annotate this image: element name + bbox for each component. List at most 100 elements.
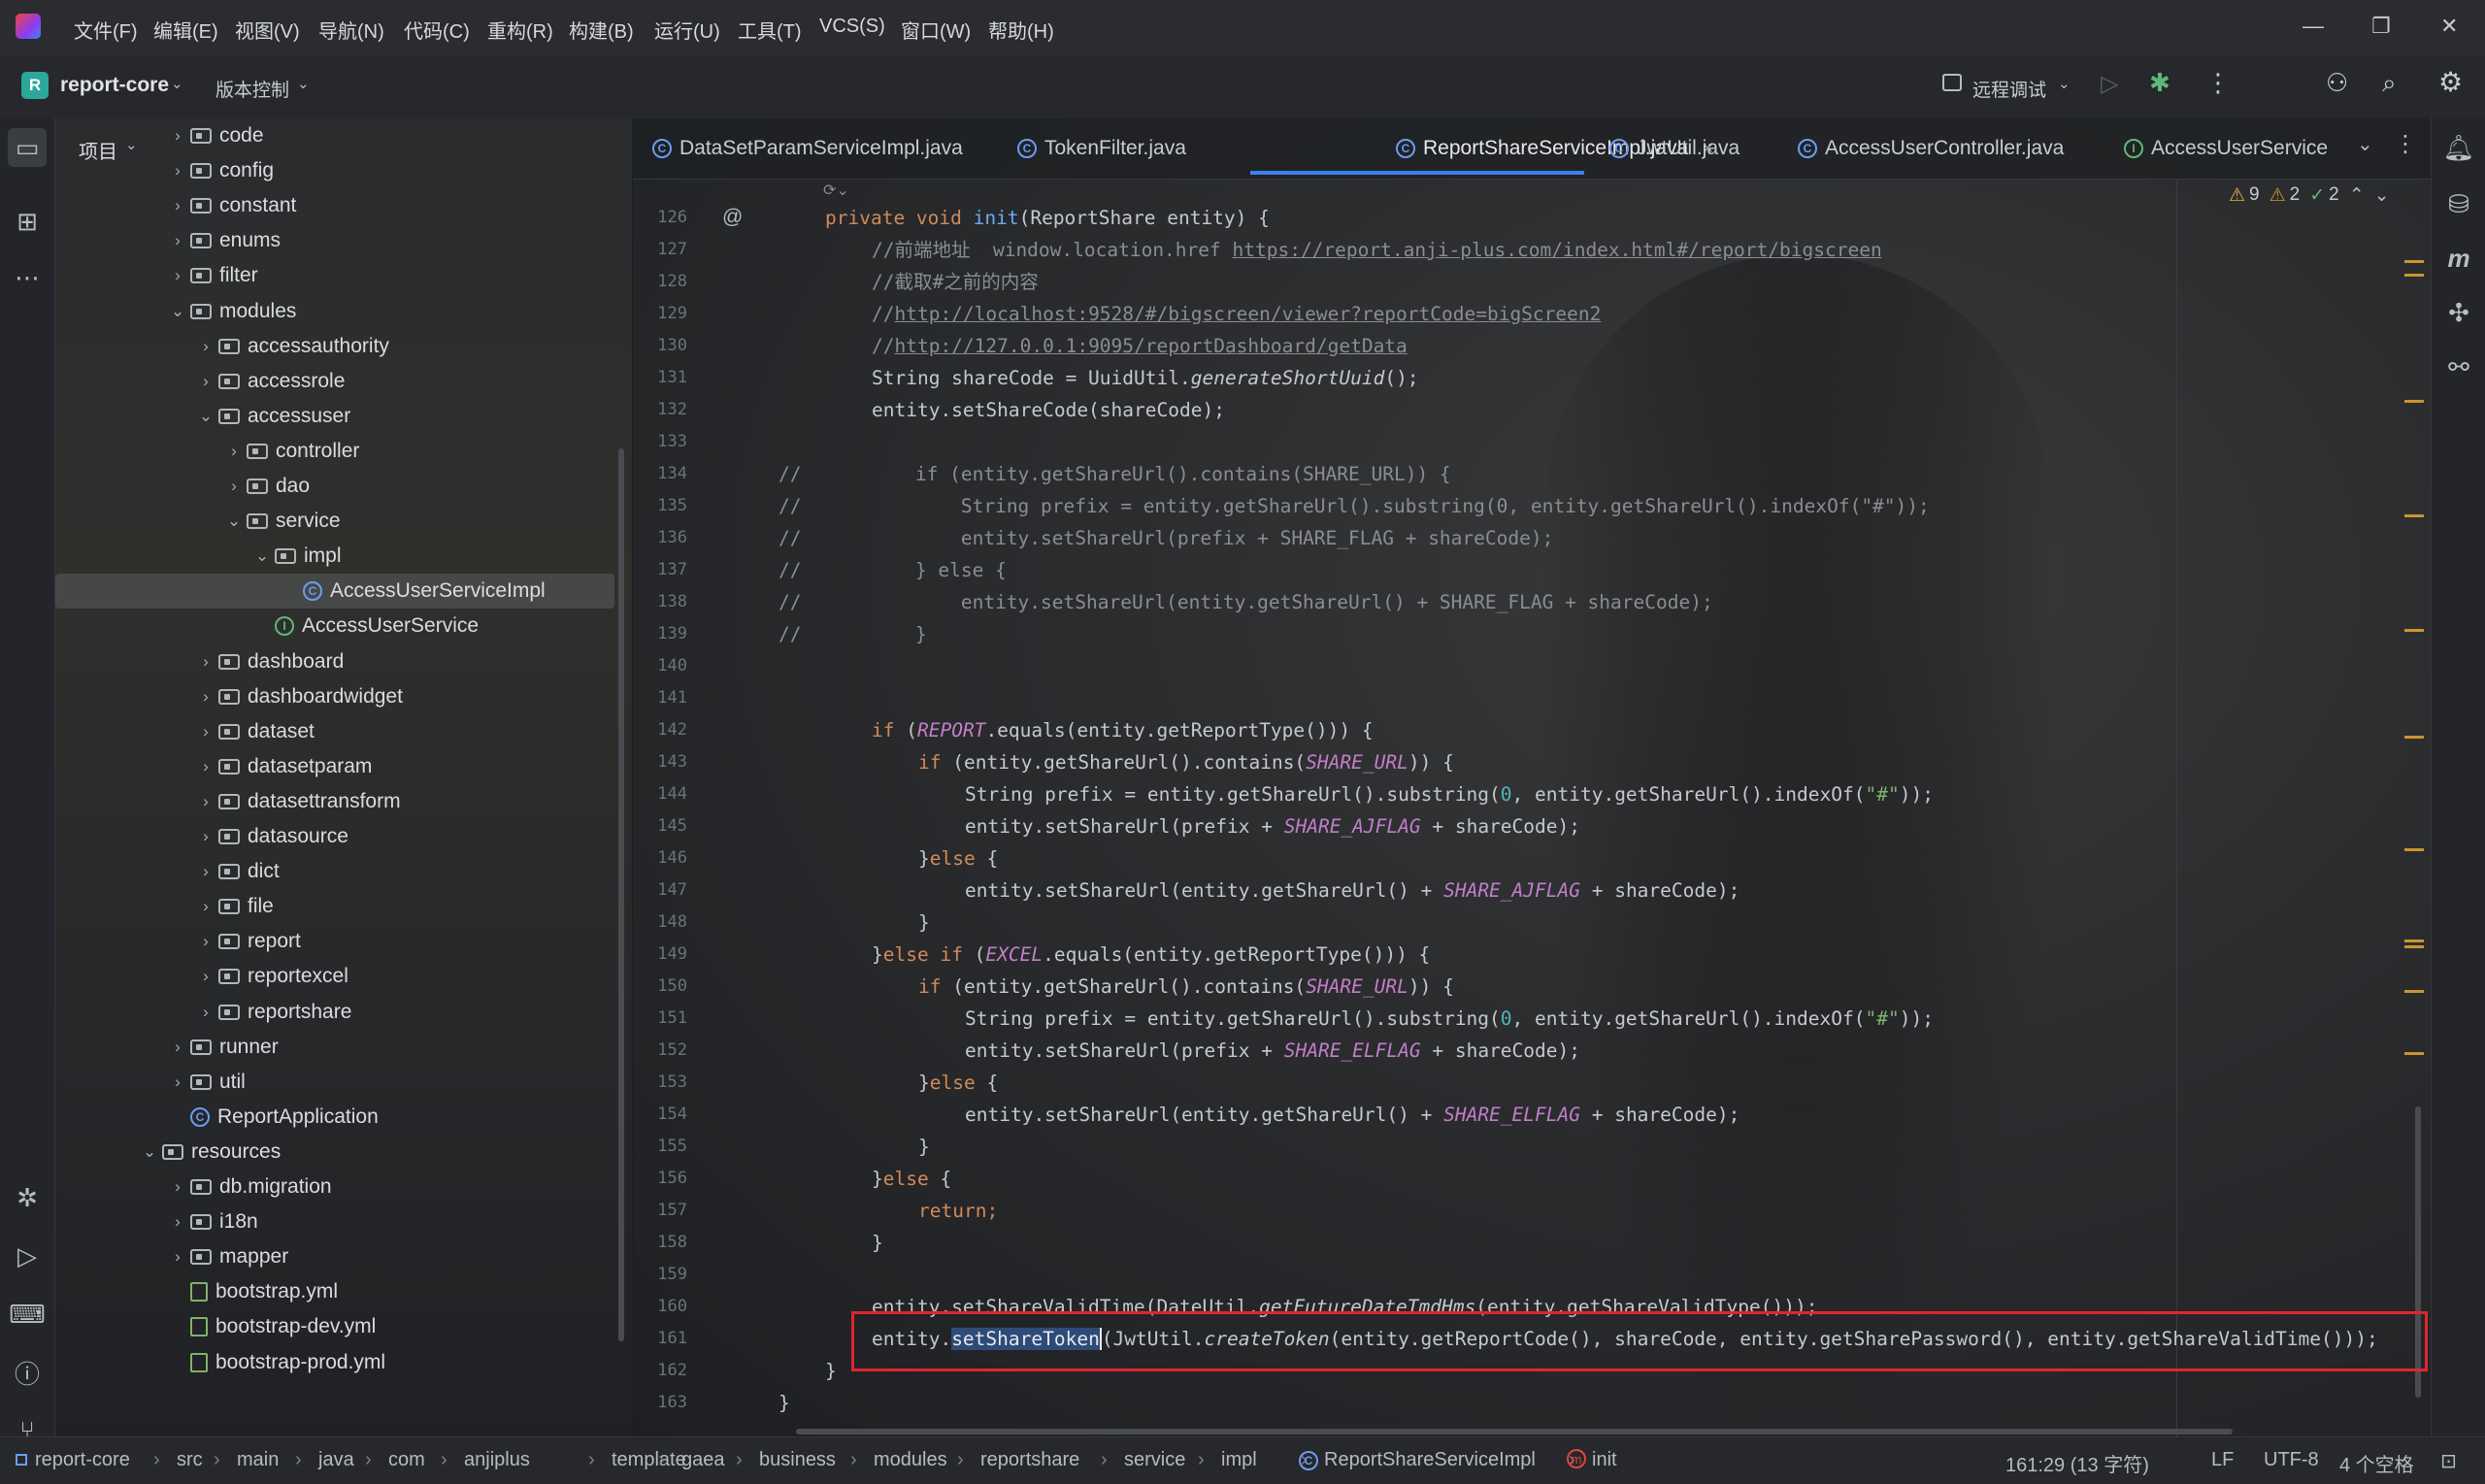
tree-item[interactable]: › code xyxy=(165,118,263,153)
breadcrumb-item[interactable]: com xyxy=(388,1449,425,1471)
tree-item[interactable]: › reportexcel xyxy=(193,959,348,994)
chevron-right-icon[interactable]: › xyxy=(193,967,218,986)
breadcrumb-item[interactable]: src xyxy=(177,1449,203,1471)
account-icon[interactable]: ⚇ xyxy=(2326,68,2348,98)
chevron-right-icon[interactable]: › xyxy=(221,477,247,496)
file-encoding[interactable]: UTF-8 xyxy=(2264,1449,2319,1471)
tree-item[interactable]: ⌄ accessuser xyxy=(193,399,350,434)
menu-item[interactable]: 运行(U) xyxy=(654,16,720,44)
tree-item[interactable]: › dao xyxy=(221,469,310,504)
tree-item[interactable]: › util xyxy=(165,1065,246,1100)
tab-1[interactable]: C TokenFilter.java xyxy=(1017,132,1186,165)
breadcrumb-item[interactable]: impl xyxy=(1221,1449,1257,1471)
menu-item[interactable]: 文件(F) xyxy=(74,16,138,44)
tree-item[interactable]: › db.migration xyxy=(165,1170,331,1204)
close-icon[interactable]: ✕ xyxy=(2440,14,2458,39)
chevron-right-icon[interactable]: › xyxy=(193,337,218,356)
chevron-right-icon[interactable]: › xyxy=(193,827,218,846)
chevron-right-icon[interactable]: › xyxy=(165,266,190,285)
restore-icon[interactable]: ❐ xyxy=(2371,14,2391,39)
tree-item[interactable]: › mapper xyxy=(165,1239,288,1274)
breadcrumb-item[interactable]: ReportShareServiceImpl xyxy=(1324,1449,1536,1471)
chevron-down-icon[interactable]: ⌄ xyxy=(137,1142,162,1162)
menu-item[interactable]: 窗口(W) xyxy=(901,16,971,44)
menu-item[interactable]: 代码(C) xyxy=(404,16,470,44)
chevron-right-icon[interactable]: › xyxy=(165,126,190,146)
comment-link[interactable]: https://report.anji-plus.com/index.html#… xyxy=(1233,239,1882,261)
tree-item[interactable]: ⌄ service xyxy=(221,504,341,539)
tree-item[interactable]: › file xyxy=(193,889,274,924)
tree-item[interactable]: › datasource xyxy=(193,819,348,854)
tree-item[interactable]: › constant xyxy=(165,188,296,223)
chevron-down-icon[interactable]: ⌄ xyxy=(193,407,218,426)
tree-item[interactable]: bootstrap-prod.yml xyxy=(165,1345,385,1380)
minimize-icon[interactable]: — xyxy=(2303,14,2324,39)
implements-gutter-icon[interactable]: @ xyxy=(722,206,743,229)
notifications-icon[interactable]: 🔔︎ xyxy=(2439,128,2478,167)
tabs-more-icon[interactable]: ⋮ xyxy=(2394,130,2417,158)
tree-item[interactable]: › dataset xyxy=(193,714,315,749)
database-icon[interactable]: ⛁ xyxy=(2439,184,2478,223)
tree-item[interactable]: › config xyxy=(165,153,274,188)
tree-item[interactable]: I AccessUserService xyxy=(249,609,479,643)
chevron-right-icon[interactable]: › xyxy=(165,196,190,215)
chevron-right-icon[interactable]: › xyxy=(193,757,218,776)
chevron-right-icon[interactable]: › xyxy=(193,687,218,707)
chevron-right-icon[interactable]: › xyxy=(165,1212,190,1232)
menu-item[interactable]: 构建(B) xyxy=(569,16,634,44)
tree-item[interactable]: › i18n xyxy=(165,1204,258,1239)
chevron-right-icon[interactable]: › xyxy=(165,1072,190,1092)
chevron-right-icon[interactable]: › xyxy=(165,1177,190,1197)
breadcrumb-item[interactable]: report-core xyxy=(35,1449,130,1471)
menu-item[interactable]: 编辑(E) xyxy=(153,16,218,44)
chevron-right-icon[interactable]: › xyxy=(193,1003,218,1022)
chevron-right-icon[interactable]: › xyxy=(165,161,190,181)
chevron-right-icon[interactable]: › xyxy=(193,897,218,916)
tree-item[interactable]: › filter xyxy=(165,258,258,293)
structure-icon[interactable]: ⊞ xyxy=(8,202,47,241)
project-folder-icon[interactable]: ▭ xyxy=(8,128,47,167)
caret-position[interactable]: 161:29 (13 字符) xyxy=(2005,1449,2149,1477)
breadcrumb-item[interactable]: modules xyxy=(874,1449,947,1471)
tree-item[interactable]: › report xyxy=(193,924,301,959)
tree-item[interactable]: C AccessUserServiceImpl xyxy=(55,574,614,609)
tree-item[interactable]: ⌄ resources xyxy=(137,1135,281,1170)
tree-item[interactable]: › controller xyxy=(221,434,359,469)
chevron-down-icon[interactable]: ⌄ xyxy=(249,546,275,566)
chevron-right-icon[interactable]: › xyxy=(193,932,218,951)
chevron-right-icon[interactable]: › xyxy=(193,722,218,742)
tree-item[interactable]: › accessrole xyxy=(193,364,345,399)
comment-link[interactable]: http://127.0.0.1:9095/reportDashboard/ge… xyxy=(894,335,1407,357)
breadcrumb-item[interactable]: reportshare xyxy=(980,1449,1079,1471)
chevron-right-icon[interactable]: › xyxy=(221,442,247,461)
tree-item[interactable]: ⌄ modules xyxy=(165,294,297,329)
more-actions-icon[interactable]: ⋮ xyxy=(2205,68,2231,98)
code-area[interactable]: 126 127 128 129 130 131 132 133 134 135 136 137 138 1… xyxy=(633,182,2431,1435)
vcs-dropdown[interactable]: 版本控制 xyxy=(215,76,289,102)
tab-0[interactable]: C DataSetParamServiceImpl.java xyxy=(652,132,963,165)
chevron-right-icon[interactable]: › xyxy=(193,862,218,881)
breadcrumb-item[interactable]: main xyxy=(237,1449,279,1471)
panel-scrollbar[interactable] xyxy=(618,448,624,1341)
run-icon[interactable]: ▷ xyxy=(2101,70,2118,98)
ai-assistant-icon[interactable]: ✣ xyxy=(2439,293,2478,332)
menu-item[interactable]: 工具(T) xyxy=(738,16,802,44)
breadcrumb-item[interactable]: java xyxy=(318,1449,354,1471)
breadcrumb-item[interactable]: anjiplus xyxy=(464,1449,530,1471)
breadcrumb-item[interactable]: business xyxy=(759,1449,836,1471)
tree-item[interactable]: › accessauthority xyxy=(193,329,389,364)
maven-icon[interactable]: m xyxy=(2439,239,2478,278)
breadcrumb-item[interactable]: service xyxy=(1124,1449,1185,1471)
tree-item[interactable]: › datasetparam xyxy=(193,749,372,784)
breadcrumb-item[interactable]: gaea xyxy=(681,1449,725,1471)
hierarchy-icon[interactable]: ⚯ xyxy=(2439,347,2478,386)
tree-item[interactable]: › dict xyxy=(193,854,280,889)
terminal-icon[interactable]: ⌨ xyxy=(8,1295,47,1334)
readonly-lock-icon[interactable]: ⊡ xyxy=(2440,1449,2457,1473)
more-tools-icon[interactable]: ⋯ xyxy=(8,258,47,297)
comment-link[interactable]: http://localhost:9528/#/bigscreen/viewer… xyxy=(894,303,1601,325)
chevron-right-icon[interactable]: › xyxy=(165,1038,190,1057)
tree-item[interactable]: › dashboard xyxy=(193,644,344,679)
tree-item[interactable]: › dashboardwidget xyxy=(193,679,403,714)
tree-item[interactable]: › reportshare xyxy=(193,995,351,1030)
